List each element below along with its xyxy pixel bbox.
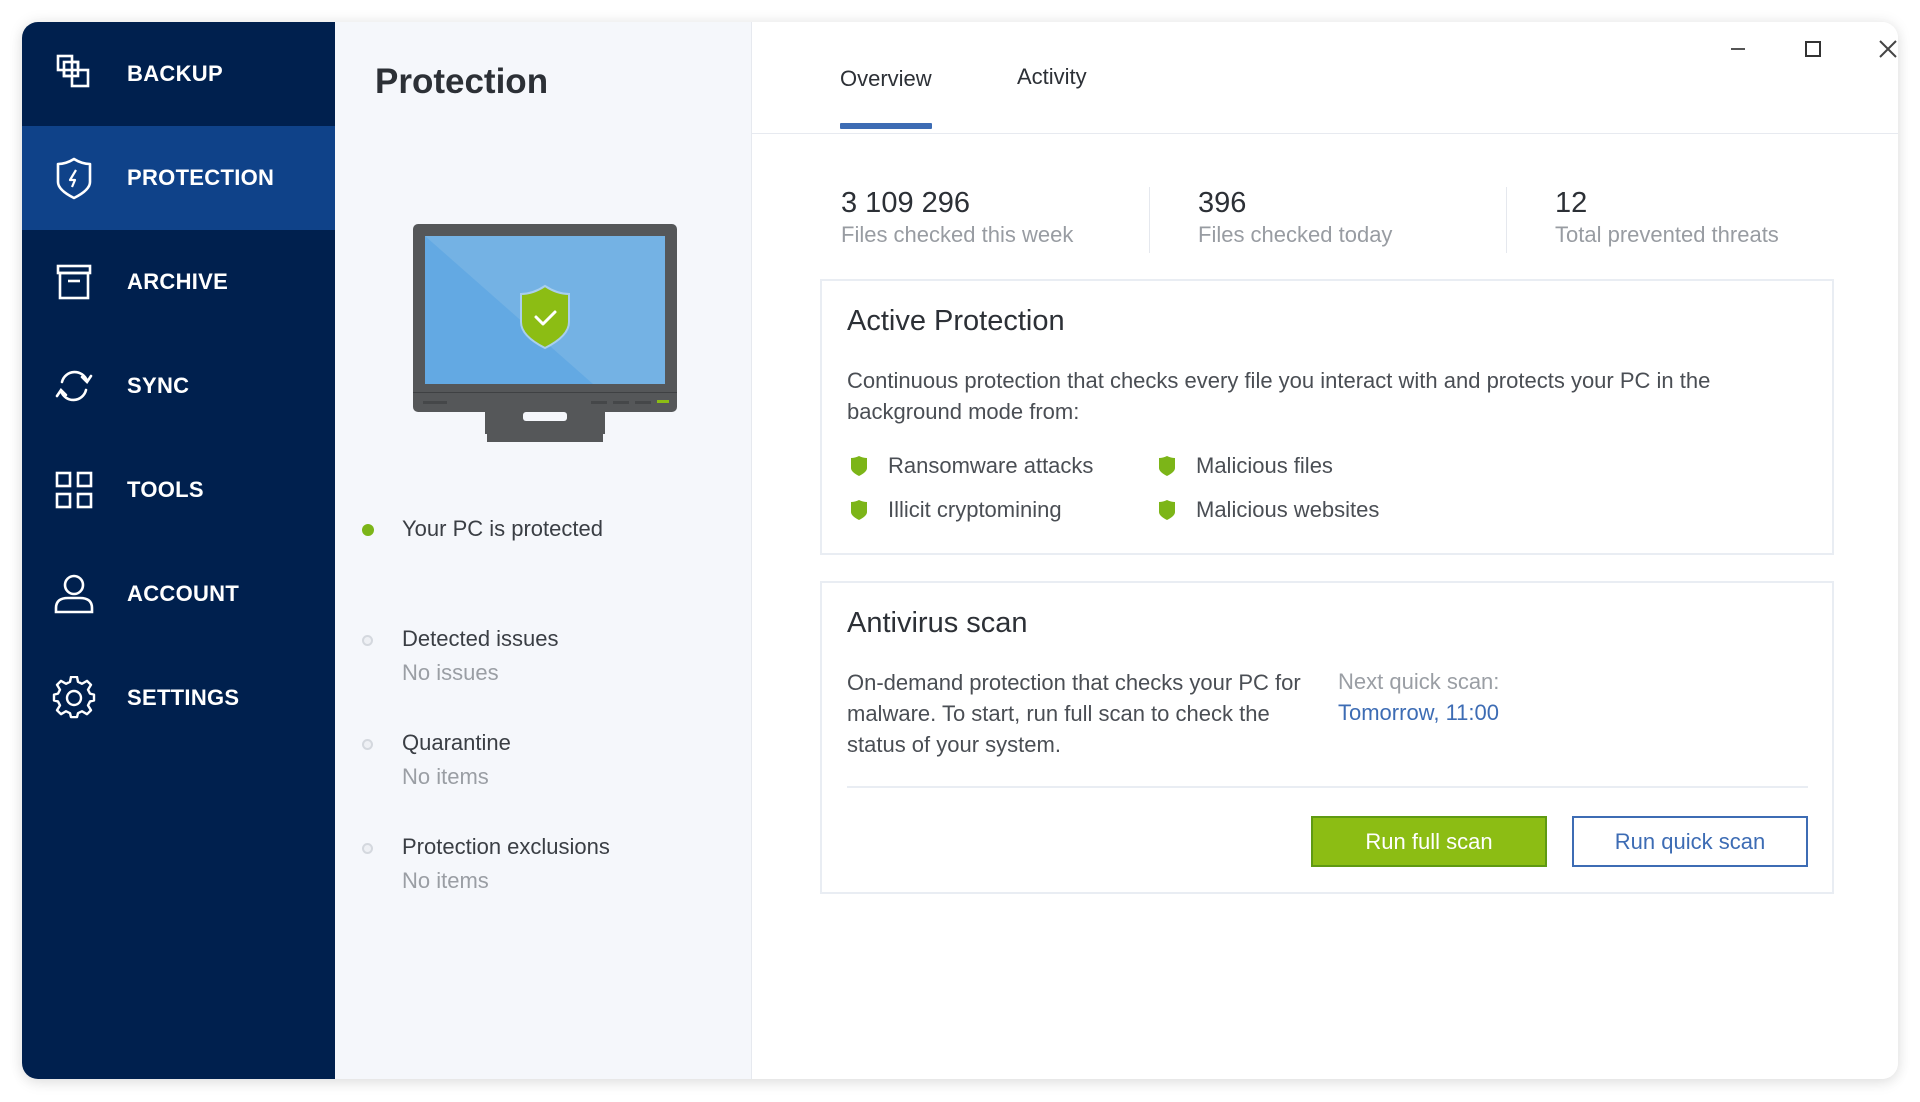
next-scan-label: Next quick scan: [1338,669,1500,694]
green-shield-icon [851,500,867,520]
feature-item: Ransomware attacks [850,453,1093,479]
sidebar-item-label: TOOLS [127,477,204,502]
overview-panel: Overview Activity 3 109 296 Files checke… [752,22,1898,1079]
section-value: No items [402,764,489,789]
tab-activity[interactable]: Activity [1017,64,1087,126]
sidebar-item-sync[interactable]: SYNC [22,334,335,438]
card-divider [847,786,1808,788]
status-label: Your PC is protected [402,516,603,541]
card-title: Antivirus scan [847,607,1028,639]
stat-value: 396 [1198,187,1247,219]
green-shield-icon [851,456,867,476]
feature-label: Malicious websites [1196,497,1380,522]
status-dot-green [362,524,374,536]
sidebar-item-tools[interactable]: TOOLS [22,438,335,542]
backup-icon [52,52,96,96]
stat-divider [1506,187,1507,253]
tools-grid-icon [52,468,96,512]
run-quick-scan-button[interactable]: Run quick scan [1572,816,1808,867]
feature-label: Illicit cryptomining [888,497,1062,522]
sidebar-item-label: SETTINGS [127,685,240,710]
tab-overview[interactable]: Overview [840,66,932,129]
next-scan-schedule-link[interactable]: Tomorrow, 11:00 [1338,700,1499,726]
archive-box-icon [52,260,96,304]
page-title: Protection [375,62,549,101]
stat-label: Files checked this week [841,222,1074,247]
protection-status-panel: Protection Your PC is protected Detected… [335,22,752,1079]
app-window: BACKUP PROTECTION ARCHIVE SYNC TOOLS ACC… [22,22,1898,1079]
sidebar-item-label: PROTECTION [127,165,275,190]
card-description: On-demand protection that checks your PC… [847,670,1301,757]
stat-value: 12 [1555,187,1588,219]
sidebar-item-archive[interactable]: ARCHIVE [22,230,335,334]
section-value: No issues [402,660,499,685]
stat-files-today: 396 Files checked today [1198,186,1392,250]
status-dot-gray [362,843,373,854]
active-protection-card: Active Protection Continuous protection … [820,279,1834,555]
card-title: Active Protection [847,305,1065,337]
feature-item: Illicit cryptomining [850,497,1062,523]
feature-label: Ransomware attacks [888,453,1094,478]
feature-item: Malicious websites [1158,497,1379,523]
sidebar: BACKUP PROTECTION ARCHIVE SYNC TOOLS ACC… [22,22,335,1079]
status-dot-gray [362,635,373,646]
stat-label: Total prevented threats [1555,222,1779,247]
sidebar-item-settings[interactable]: SETTINGS [22,646,335,750]
gear-icon [52,676,96,720]
sync-icon [52,364,96,408]
sidebar-item-protection[interactable]: PROTECTION [22,126,335,230]
sidebar-item-backup[interactable]: BACKUP [22,22,335,126]
card-description: Continuous protection that checks every … [847,368,1711,424]
sidebar-item-label: ARCHIVE [127,269,229,294]
sidebar-item-label: SYNC [127,373,190,398]
protected-monitor-illustration [413,224,677,444]
sidebar-item-label: BACKUP [127,61,223,86]
green-shield-icon [1159,500,1175,520]
tab-bar: Overview Activity [752,22,1898,134]
antivirus-scan-card: Antivirus scan On-demand protection that… [820,581,1834,894]
sidebar-item-label: ACCOUNT [127,581,240,606]
feature-item: Malicious files [1158,453,1333,479]
stat-label: Files checked today [1198,222,1393,247]
section-value: No items [402,868,489,893]
section-title: Detected issues [402,626,559,651]
green-shield-icon [1159,456,1175,476]
stat-files-week: 3 109 296 Files checked this week [841,186,1073,250]
feature-label: Malicious files [1196,453,1333,478]
stat-value: 3 109 296 [841,187,971,219]
section-title: Quarantine [402,730,511,755]
section-title: Protection exclusions [402,834,610,859]
shield-bolt-icon [52,156,96,200]
stat-prevented-threats: 12 Total prevented threats [1555,186,1779,250]
status-dot-gray [362,739,373,750]
stat-divider [1149,187,1150,253]
sidebar-item-account[interactable]: ACCOUNT [22,542,335,646]
user-icon [52,572,96,616]
run-full-scan-button[interactable]: Run full scan [1311,816,1547,867]
